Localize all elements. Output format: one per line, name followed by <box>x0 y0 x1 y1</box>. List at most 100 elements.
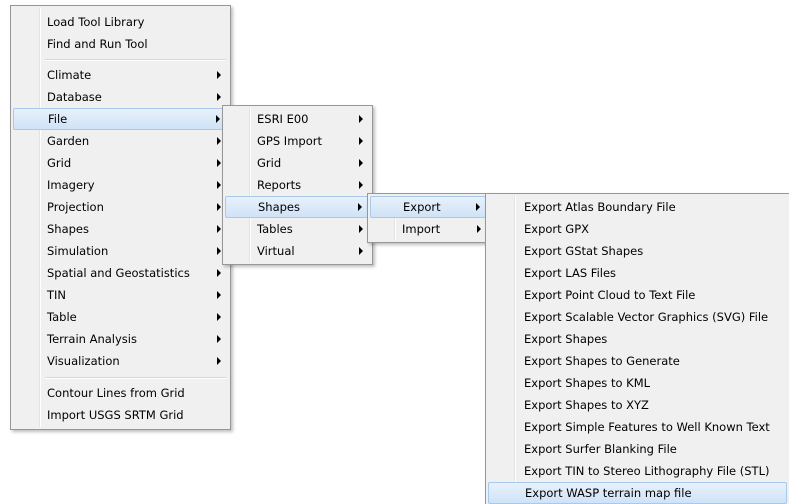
menu-item-label: Simulation <box>47 244 109 258</box>
menu-item-export-shapes[interactable]: Export Shapes <box>488 328 787 350</box>
submenu-arrow-icon <box>359 115 363 123</box>
menu-item-export-shapes-to-kml[interactable]: Export Shapes to KML <box>488 372 787 394</box>
menu-item-export[interactable]: Export <box>370 196 488 218</box>
menu-item-contour-lines-from-grid[interactable]: Contour Lines from Grid <box>13 382 228 404</box>
menu-item-label: Contour Lines from Grid <box>47 386 185 400</box>
menu-item-gps-import[interactable]: GPS Import <box>225 130 370 152</box>
menu-item-terrain-analysis[interactable]: Terrain Analysis <box>13 328 228 350</box>
file-submenu: ESRI E00 GPS Import Grid Reports Shapes … <box>222 105 373 265</box>
submenu-arrow-icon <box>217 225 221 233</box>
main-menu: Load Tool Library Find and Run Tool Clim… <box>10 5 231 430</box>
menu-item-label: Grid <box>47 156 72 170</box>
submenu-arrow-icon <box>216 115 220 123</box>
menu-item-tables[interactable]: Tables <box>225 218 370 240</box>
menu-item-grid[interactable]: Grid <box>225 152 370 174</box>
menu-item-label: Export Shapes <box>524 332 608 346</box>
menu-item-label: Export Simple Features to Well Known Tex… <box>524 420 770 434</box>
menu-item-label: Export <box>403 200 441 214</box>
menu-item-shapes[interactable]: Shapes <box>225 196 370 218</box>
menu-item-label: Export GStat Shapes <box>524 244 644 258</box>
menu-item-label: Import USGS SRTM Grid <box>47 408 184 422</box>
menu-item-export-shapes-to-generate[interactable]: Export Shapes to Generate <box>488 350 787 372</box>
submenu-arrow-icon <box>217 313 221 321</box>
menu-item-export-point-cloud-to-text-file[interactable]: Export Point Cloud to Text File <box>488 284 787 306</box>
submenu-arrow-icon <box>217 247 221 255</box>
export-submenu: Export Atlas Boundary File Export GPX Ex… <box>485 193 789 504</box>
menu-item-label: Export TIN to Stereo Lithography File (S… <box>524 464 770 478</box>
menu-item-virtual[interactable]: Virtual <box>225 240 370 262</box>
menu-item-imagery[interactable]: Imagery <box>13 174 228 196</box>
submenu-arrow-icon <box>217 335 221 343</box>
menu-item-label: Grid <box>257 156 282 170</box>
menu-item-label: TIN <box>47 288 67 302</box>
menu-item-label: Export Point Cloud to Text File <box>524 288 696 302</box>
menu-item-esri-e00[interactable]: ESRI E00 <box>225 108 370 130</box>
menu-item-label: Database <box>47 90 102 104</box>
menu-item-spatial-and-geostatistics[interactable]: Spatial and Geostatistics <box>13 262 228 284</box>
menu-item-export-tin-to-stl[interactable]: Export TIN to Stereo Lithography File (S… <box>488 460 787 482</box>
menu-item-find-and-run-tool[interactable]: Find and Run Tool <box>13 33 228 55</box>
menu-item-table[interactable]: Table <box>13 306 228 328</box>
shapes-submenu: Export Import <box>367 193 491 243</box>
submenu-arrow-icon <box>217 269 221 277</box>
menu-item-file[interactable]: File <box>13 108 228 130</box>
menu-separator <box>45 377 226 379</box>
menu-item-load-tool-library[interactable]: Load Tool Library <box>13 11 228 33</box>
menu-separator <box>45 59 226 61</box>
menu-item-export-atlas-boundary-file[interactable]: Export Atlas Boundary File <box>488 196 787 218</box>
menu-item-export-gstat-shapes[interactable]: Export GStat Shapes <box>488 240 787 262</box>
menu-item-label: Export Shapes to Generate <box>524 354 680 368</box>
menu-item-climate[interactable]: Climate <box>13 64 228 86</box>
menu-item-label: GPS Import <box>257 134 322 148</box>
menu-item-label: Garden <box>47 134 90 148</box>
submenu-arrow-icon <box>217 93 221 101</box>
menu-item-visualization[interactable]: Visualization <box>13 350 228 372</box>
menu-item-label: Export Shapes to KML <box>524 376 651 390</box>
submenu-arrow-icon <box>217 159 221 167</box>
submenu-arrow-icon <box>217 137 221 145</box>
menu-item-export-shapes-to-xyz[interactable]: Export Shapes to XYZ <box>488 394 787 416</box>
menu-item-label: Reports <box>257 178 302 192</box>
submenu-arrow-icon <box>359 159 363 167</box>
menu-item-export-simple-features-to-wkt[interactable]: Export Simple Features to Well Known Tex… <box>488 416 787 438</box>
menu-item-label: Visualization <box>47 354 120 368</box>
menu-item-import-usgs-srtm-grid[interactable]: Import USGS SRTM Grid <box>13 404 228 426</box>
menu-item-label: Shapes <box>47 222 90 236</box>
submenu-arrow-icon <box>359 225 363 233</box>
menu-item-label: Projection <box>47 200 104 214</box>
menu-item-label: File <box>48 112 68 126</box>
menu-item-grid[interactable]: Grid <box>13 152 228 174</box>
menu-item-shapes[interactable]: Shapes <box>13 218 228 240</box>
menu-item-label: Virtual <box>257 244 295 258</box>
menu-item-database[interactable]: Database <box>13 86 228 108</box>
menu-item-label: Export Scalable Vector Graphics (SVG) Fi… <box>524 310 769 324</box>
menu-item-garden[interactable]: Garden <box>13 130 228 152</box>
menu-item-label: Tables <box>257 222 293 236</box>
menu-item-label: Spatial and Geostatistics <box>47 266 190 280</box>
submenu-arrow-icon <box>217 71 221 79</box>
menu-item-import[interactable]: Import <box>370 218 488 240</box>
menu-item-export-surfer-blanking-file[interactable]: Export Surfer Blanking File <box>488 438 787 460</box>
menu-item-label: Export GPX <box>524 222 590 236</box>
menu-item-export-gpx[interactable]: Export GPX <box>488 218 787 240</box>
menu-item-label: Export LAS Files <box>524 266 617 280</box>
submenu-arrow-icon <box>359 137 363 145</box>
submenu-arrow-icon <box>217 181 221 189</box>
menu-item-label: Table <box>47 310 77 324</box>
submenu-arrow-icon <box>217 291 221 299</box>
menu-item-reports[interactable]: Reports <box>225 174 370 196</box>
menu-item-export-svg-file[interactable]: Export Scalable Vector Graphics (SVG) Fi… <box>488 306 787 328</box>
menu-item-label: Shapes <box>258 200 301 214</box>
submenu-arrow-icon <box>477 225 481 233</box>
menu-item-tin[interactable]: TIN <box>13 284 228 306</box>
menu-item-simulation[interactable]: Simulation <box>13 240 228 262</box>
menu-item-export-las-files[interactable]: Export LAS Files <box>488 262 787 284</box>
menu-item-label: Import <box>402 222 441 236</box>
menu-item-label: ESRI E00 <box>257 112 309 126</box>
menu-item-projection[interactable]: Projection <box>13 196 228 218</box>
menu-item-label: Terrain Analysis <box>47 332 137 346</box>
menu-item-export-wasp-terrain-map-file[interactable]: Export WASP terrain map file <box>488 482 787 504</box>
submenu-arrow-icon <box>217 203 221 211</box>
menu-item-label: Imagery <box>47 178 95 192</box>
submenu-arrow-icon <box>359 247 363 255</box>
